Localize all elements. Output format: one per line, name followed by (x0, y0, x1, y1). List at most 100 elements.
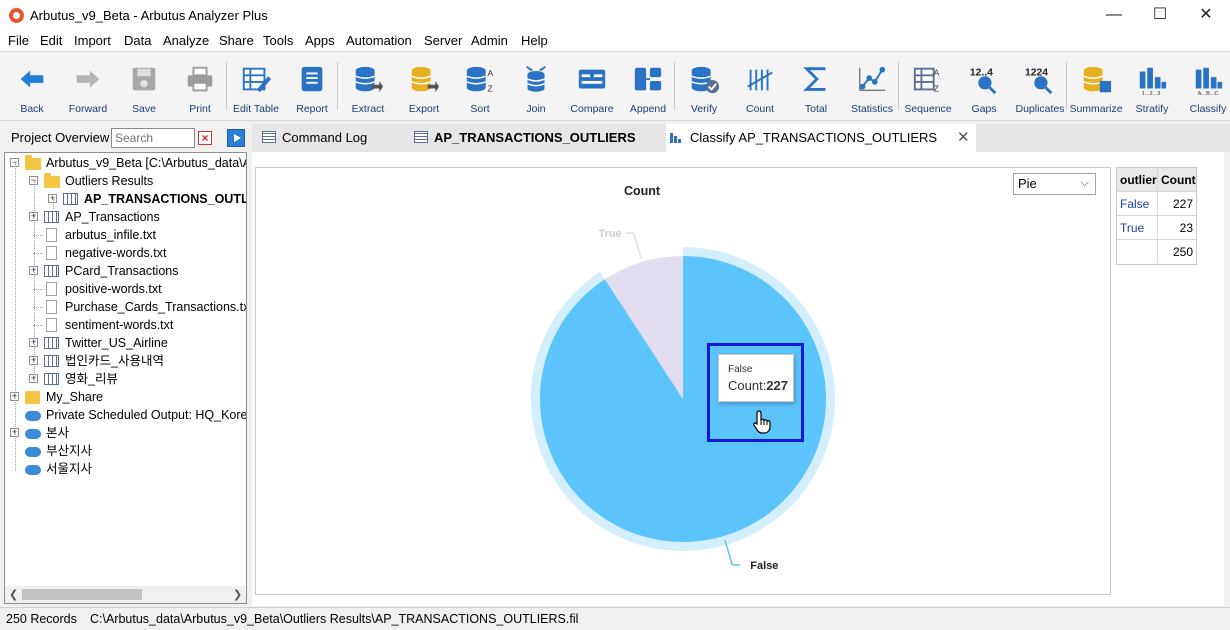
tree-node[interactable]: Private Scheduled Output: HQ_Korea (5, 406, 246, 424)
close-button[interactable]: ✕ (1191, 4, 1221, 26)
classify-button[interactable]: A...B...C Classify (1180, 62, 1230, 122)
toolbar-separator (898, 62, 899, 110)
extract-button[interactable]: Extract (340, 62, 396, 122)
sequence-button[interactable]: A Z Sequence (900, 62, 956, 122)
append-button[interactable]: Append (620, 62, 676, 122)
tab-command-log[interactable]: Command Log (262, 124, 410, 152)
tree-node[interactable]: Purchase_Cards_Transactions.txt (5, 298, 246, 316)
report-button[interactable]: Report (284, 62, 340, 122)
tree-node[interactable]: +AP_TRANSACTIONS_OUTLIERS (5, 190, 246, 208)
summarize-button[interactable]: Summarize (1068, 62, 1124, 122)
classify-content: Count Pie ⌵ False True False Count:227 ou… (252, 152, 1230, 606)
duplicates-button[interactable]: 1224 Duplicates (1012, 62, 1068, 122)
menu-automation[interactable]: Automation (346, 33, 412, 48)
column-header-outlier[interactable]: outlier (1117, 168, 1158, 191)
status-record-count: 250 Records (6, 612, 77, 626)
scroll-left-icon[interactable]: ❮ (9, 588, 18, 601)
column-header-count[interactable]: Count (1158, 168, 1196, 191)
svg-text:A: A (488, 68, 494, 78)
folder-icon (25, 155, 41, 170)
tab-classify[interactable]: Classify AP_TRANSACTIONS_OUTLIERS ✕ (666, 124, 976, 152)
tree-guide-line (15, 163, 16, 471)
menu-analyze[interactable]: Analyze (163, 33, 209, 48)
edit-table-icon (242, 67, 272, 93)
scrollbar-thumb[interactable] (22, 589, 142, 600)
command-log-icon (262, 131, 276, 143)
compare-button[interactable]: Compare (564, 62, 620, 122)
verify-button[interactable]: Verify (676, 62, 732, 122)
menu-file[interactable]: File (8, 33, 29, 48)
minimize-button[interactable]: — (1099, 4, 1129, 26)
table-cell-count: 23 (1179, 221, 1193, 235)
menu-admin[interactable]: Admin (471, 33, 508, 48)
content-vertical-scrollbar[interactable] (1224, 152, 1230, 606)
menu-share[interactable]: Share (219, 33, 254, 48)
text-file-icon (46, 300, 57, 314)
close-tab-icon[interactable]: ✕ (957, 124, 970, 152)
menu-edit[interactable]: Edit (40, 33, 62, 48)
toolbar-separator (674, 62, 675, 110)
maximize-button[interactable]: ☐ (1145, 4, 1175, 26)
table-icon (44, 355, 59, 367)
sort-button[interactable]: A Z Sort (452, 62, 508, 122)
export-button[interactable]: Export (396, 62, 452, 122)
back-button[interactable]: Back (4, 62, 60, 122)
tree-node[interactable]: + PCard_Transactions (5, 262, 246, 280)
scroll-right-icon[interactable]: ❯ (233, 588, 242, 601)
tab-table[interactable]: AP_TRANSACTIONS_OUTLIERS (414, 124, 662, 152)
menu-apps[interactable]: Apps (305, 33, 335, 48)
folder-icon (44, 173, 60, 188)
text-file-icon (46, 282, 57, 296)
edit-table-button[interactable]: Edit Table (228, 62, 284, 122)
save-icon (132, 67, 156, 91)
tab-strip: Command Log AP_TRANSACTIONS_OUTLIERS Cla… (252, 124, 1230, 152)
tree-node-label: AP_TRANSACTIONS_OUTLIERS (84, 192, 246, 206)
table-cell-outlier[interactable]: False (1117, 192, 1158, 215)
menu-help[interactable]: Help (521, 33, 548, 48)
tree-node[interactable]: + My_Share (5, 388, 246, 406)
save-button[interactable]: Save (116, 62, 172, 122)
count-button[interactable]: Count (732, 62, 788, 122)
search-go-icon[interactable] (227, 129, 245, 147)
tree-node[interactable]: arbutus_infile.txt (5, 226, 246, 244)
tree-node[interactable]: + 법인카드_사용내역 (5, 352, 246, 370)
tree-node[interactable]: + Twitter_US_Airline (5, 334, 246, 352)
tree-node[interactable]: sentiment-words.txt (5, 316, 246, 334)
svg-text:Z: Z (488, 83, 493, 93)
svg-text:A: A (934, 67, 940, 77)
search-input[interactable] (111, 128, 195, 148)
tree-horizontal-scrollbar[interactable]: ❮ ❯ (5, 586, 246, 603)
svg-text:1224: 1224 (1025, 67, 1048, 78)
join-button[interactable]: Join (508, 62, 564, 122)
menu-tools[interactable]: Tools (263, 33, 293, 48)
sequence-icon: AZ (913, 67, 940, 93)
tree-node[interactable]: + 본사 (5, 424, 246, 442)
tree-node[interactable]: − Arbutus_v9_Beta [C:\Arbutus_data\Arb (5, 154, 246, 172)
menu-server[interactable]: Server (424, 33, 462, 48)
tree-node[interactable]: + 영화_리뷰 (5, 370, 246, 388)
gaps-button[interactable]: 12..4 Gaps (956, 62, 1012, 122)
tree-node-label: 서울지사 (46, 462, 93, 476)
menu-import[interactable]: Import (74, 33, 111, 48)
tree-node[interactable]: 부산지사 (5, 442, 246, 460)
tree-node[interactable]: − Outliers Results (5, 172, 246, 190)
tree-node[interactable]: negative-words.txt (5, 244, 246, 262)
forward-button[interactable]: Forward (60, 62, 116, 122)
tree-node[interactable]: 서울지사 (5, 460, 246, 478)
tree-node-label: My_Share (46, 390, 103, 404)
pie-data-label: True (598, 228, 621, 240)
sort-icon: AZ (466, 66, 494, 93)
cloud-folder-icon (25, 429, 41, 439)
statistics-button[interactable]: Statistics (844, 62, 900, 122)
summarize-icon (1083, 66, 1112, 93)
tree-node-label: 부산지사 (46, 444, 93, 458)
table-cell-outlier[interactable]: True (1117, 216, 1158, 239)
clear-search-icon[interactable]: × (198, 131, 212, 145)
tree-node[interactable]: + AP_Transactions (5, 208, 246, 226)
classify-icon: A...B...C (1195, 67, 1223, 96)
print-button[interactable]: Print (172, 62, 228, 122)
menu-data[interactable]: Data (124, 33, 151, 48)
tree-node[interactable]: positive-words.txt (5, 280, 246, 298)
stratify-button[interactable]: 1...2...3 Stratify (1124, 62, 1180, 122)
total-button[interactable]: Total (788, 62, 844, 122)
